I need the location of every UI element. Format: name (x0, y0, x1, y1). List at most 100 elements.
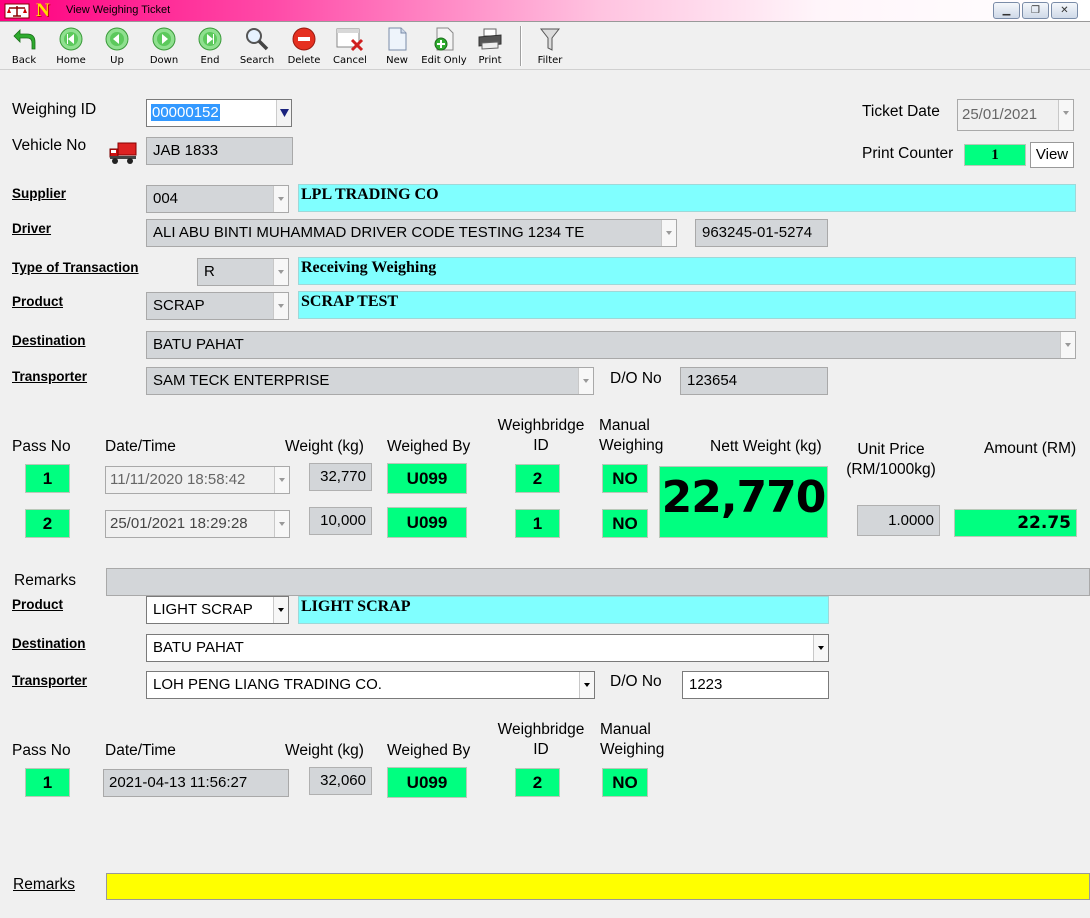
second-product-dropdown[interactable] (273, 597, 288, 623)
supplier-code-field[interactable]: 004 (146, 185, 289, 213)
cancel-icon (336, 28, 364, 52)
weighing-id-field[interactable]: 00000152 (146, 99, 292, 127)
second-pass-1-weight: 32,060 (309, 767, 372, 795)
supplier-name-field: LPL TRADING CO (298, 184, 1076, 212)
new-button[interactable]: New (374, 24, 420, 68)
back-button[interactable]: Back (1, 24, 47, 68)
weighing-id-label: Weighing ID (12, 101, 97, 118)
toolbar-separator (520, 26, 522, 66)
delete-button[interactable]: Delete (281, 24, 327, 68)
second-destination-label[interactable]: Destination (12, 636, 86, 651)
col-weighbridge-id: Weighbridge ID (497, 417, 585, 454)
supplier-label[interactable]: Supplier (12, 186, 66, 201)
second-transporter-dropdown[interactable] (579, 672, 594, 698)
delete-icon (292, 27, 316, 51)
destination-dropdown[interactable] (1060, 332, 1075, 358)
view-button[interactable]: View (1030, 142, 1074, 168)
cancel-button[interactable]: Cancel (327, 24, 373, 68)
pass-1-weight: 32,770 (309, 463, 372, 491)
scale-logo-icon (4, 3, 30, 19)
print-counter-value: 1 (964, 144, 1026, 166)
product-label[interactable]: Product (12, 294, 63, 309)
restore-button[interactable]: ❐ (1022, 2, 1049, 19)
magnifier-icon (246, 28, 269, 51)
pass-2-weighed-by: U099 (387, 507, 467, 538)
do-no-field[interactable]: 123654 (680, 367, 828, 395)
close-button[interactable]: ✕ (1051, 2, 1078, 19)
second-transporter-label[interactable]: Transporter (12, 673, 87, 688)
driver-dropdown[interactable] (661, 220, 676, 246)
second-remarks-field[interactable] (106, 873, 1090, 900)
pass-2-no: 2 (25, 509, 70, 538)
transaction-type-label[interactable]: Type of Transaction (12, 260, 139, 275)
app-logo-n: N (36, 0, 50, 21)
driver-ic-field: 963245-01-5274 (695, 219, 828, 247)
home-button[interactable]: Home (48, 24, 94, 68)
search-button[interactable]: Search (234, 24, 280, 68)
vehicle-no-field[interactable]: JAB 1833 (146, 137, 293, 165)
driver-label[interactable]: Driver (12, 221, 51, 236)
transporter-field[interactable]: SAM TECK ENTERPRISE (146, 367, 594, 395)
pass-2-weight: 10,000 (309, 507, 372, 535)
unit-price-value: 1.0000 (857, 505, 940, 536)
chevron-down-icon (280, 109, 289, 117)
destination-field[interactable]: BATU PAHAT (146, 331, 1076, 359)
edit-icon (434, 27, 454, 51)
remarks-field[interactable] (106, 568, 1090, 596)
ticket-date-dropdown[interactable] (1058, 100, 1073, 130)
vehicle-no-label: Vehicle No (12, 137, 87, 154)
weighing-id-dropdown-button[interactable] (276, 100, 291, 126)
col-datetime: Date/Time (105, 438, 176, 455)
second-pass-1-weighed-by: U099 (387, 767, 467, 798)
pass-1-manual: NO (602, 464, 648, 493)
second-col-weighed-by: Weighed By (387, 742, 471, 759)
transporter-dropdown[interactable] (578, 368, 593, 394)
filter-button[interactable]: Filter (527, 24, 573, 68)
second-destination-field[interactable]: BATU PAHAT (146, 634, 829, 662)
second-col-manual-weighing: Manual Weighing (600, 721, 665, 758)
transaction-dropdown[interactable] (273, 259, 288, 285)
pass-2-weighbridge: 1 (515, 509, 560, 538)
col-unit-price: Unit Price (RM/1000kg) (846, 441, 936, 478)
pass-1-weighed-by: U099 (387, 463, 467, 494)
pass-2-manual: NO (602, 509, 648, 538)
transaction-code-field[interactable]: R (197, 258, 289, 286)
product-dropdown[interactable] (273, 293, 288, 319)
up-button[interactable]: Up (94, 24, 140, 68)
window-title: View Weighing Ticket (66, 4, 171, 16)
second-do-no-field[interactable]: 1223 (682, 671, 829, 699)
print-button[interactable]: Print (467, 24, 513, 68)
col-weight: Weight (kg) (285, 438, 364, 455)
toolbar: Back Home Up Down End Search Delete Canc… (0, 22, 1090, 70)
minimize-button[interactable]: ▁ (993, 2, 1020, 19)
second-product-label[interactable]: Product (12, 597, 63, 612)
amount-value: 22.75 (954, 509, 1077, 537)
printer-icon (478, 28, 502, 50)
col-amount: Amount (RM) (984, 440, 1077, 457)
ticket-date-field[interactable]: 25/01/2021 (957, 99, 1074, 131)
pass-1-weighbridge: 2 (515, 464, 560, 493)
second-col-weight: Weight (kg) (285, 742, 364, 759)
edit-only-button[interactable]: Edit Only (420, 24, 468, 68)
second-transporter-field[interactable]: LOH PENG LIANG TRADING CO. (146, 671, 595, 699)
second-product-code-field[interactable]: LIGHT SCRAP (146, 596, 289, 624)
second-pass-1-manual: NO (602, 768, 648, 797)
product-code-field[interactable]: SCRAP (146, 292, 289, 320)
supplier-dropdown[interactable] (273, 186, 288, 212)
second-remarks-label: Remarks (13, 876, 76, 893)
second-pass-1-datetime: 2021-04-13 11:56:27 (103, 769, 289, 797)
down-arrow-icon (152, 27, 176, 51)
transporter-label[interactable]: Transporter (12, 369, 87, 384)
second-destination-dropdown[interactable] (813, 635, 828, 661)
second-product-name-field: LIGHT SCRAP (298, 596, 829, 624)
driver-name-field[interactable]: ALI ABU BINTI MUHAMMAD DRIVER CODE TESTI… (146, 219, 677, 247)
pass-1-datetime: 11/11/2020 18:58:42 (105, 466, 290, 494)
end-button[interactable]: End (187, 24, 233, 68)
destination-label[interactable]: Destination (12, 333, 86, 348)
second-do-no-label: D/O No (610, 673, 662, 690)
title-bar: N View Weighing Ticket ▁ ❐ ✕ (0, 0, 1090, 22)
second-col-weighbridge-id: Weighbridge ID (497, 721, 585, 758)
transaction-name-field: Receiving Weighing (298, 257, 1076, 285)
down-button[interactable]: Down (141, 24, 187, 68)
col-pass-no: Pass No (12, 438, 71, 455)
